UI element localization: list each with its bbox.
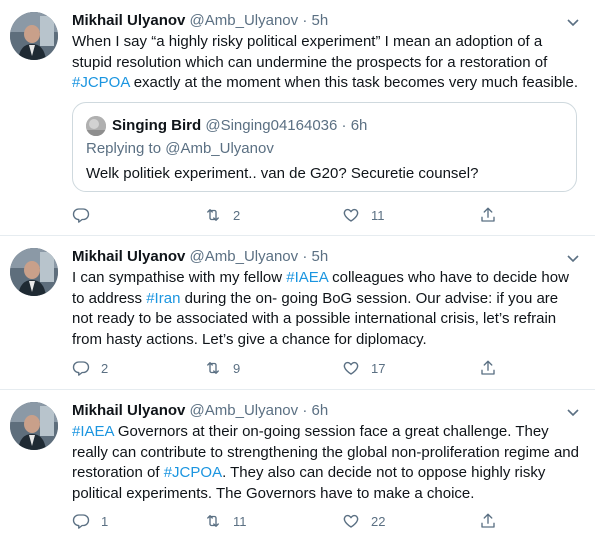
- heart-icon: [343, 361, 359, 375]
- tweet-body: Mikhail Ulyanov @Amb_Ulyanov · 5h I can …: [72, 247, 579, 350]
- reply-count: 1: [101, 513, 109, 529]
- timestamp[interactable]: 5h: [312, 12, 329, 29]
- avatar-image: [10, 12, 58, 60]
- reply-count: 2: [101, 360, 109, 376]
- quoted-timestamp: 6h: [350, 117, 368, 134]
- like-count: 11: [371, 207, 385, 223]
- heart-icon: [343, 208, 359, 222]
- tweet-header: Mikhail Ulyanov @Amb_Ulyanov · 6h: [72, 401, 579, 421]
- quoted-handle: @Singing04164036: [205, 117, 338, 134]
- tweet-text-segment: exactly at the moment when this task bec…: [129, 74, 579, 91]
- share-icon: [481, 513, 495, 528]
- replying-to: Replying to @Amb_Ulyanov: [86, 140, 274, 157]
- separator-dot: ·: [302, 402, 308, 419]
- avatar[interactable]: [10, 402, 58, 450]
- quoted-header: Singing Bird @Singing04164036 · 6h: [112, 116, 367, 136]
- heart-icon: [343, 514, 359, 528]
- reply-icon: [72, 361, 90, 376]
- display-name[interactable]: Mikhail Ulyanov: [72, 402, 185, 419]
- reply-icon: [72, 514, 90, 529]
- reply-button[interactable]: 2: [72, 358, 108, 378]
- separator-dot: ·: [302, 12, 308, 29]
- retweet-count: 9: [233, 360, 241, 376]
- tweet[interactable]: Mikhail Ulyanov @Amb_Ulyanov · 5h I can …: [0, 236, 595, 390]
- like-count: 22: [371, 513, 386, 529]
- avatar[interactable]: [10, 248, 58, 296]
- retweet-icon: [207, 362, 219, 374]
- chevron-down-icon[interactable]: [565, 14, 581, 30]
- tweet-text: #IAEA Governors at their on-going sessio…: [72, 422, 579, 504]
- reply-button[interactable]: 1: [72, 511, 108, 531]
- timeline: Mikhail Ulyanov @Amb_Ulyanov · 5h When I…: [0, 0, 595, 541]
- tweet-text: I can sympathise with my fellow #IAEA co…: [72, 268, 579, 350]
- reply-button[interactable]: [72, 205, 101, 225]
- like-button[interactable]: 22: [342, 511, 385, 531]
- separator-dot: ·: [302, 248, 308, 265]
- user-handle[interactable]: @Amb_Ulyanov: [190, 402, 299, 419]
- hashtag-link[interactable]: #JCPOA: [72, 74, 130, 91]
- tweet[interactable]: Mikhail Ulyanov @Amb_Ulyanov · 6h #IAEA …: [0, 390, 595, 541]
- hashtag-link[interactable]: #IAEA: [72, 423, 114, 440]
- hashtag-link[interactable]: #IAEA: [286, 269, 328, 286]
- share-button[interactable]: [479, 511, 497, 531]
- share-button[interactable]: [479, 358, 497, 378]
- display-name[interactable]: Mikhail Ulyanov: [72, 248, 185, 265]
- share-icon: [481, 360, 495, 375]
- tweet-header: Mikhail Ulyanov @Amb_Ulyanov · 5h: [72, 247, 579, 267]
- chevron-down-icon[interactable]: [565, 250, 581, 266]
- avatar-image: [10, 402, 58, 450]
- retweet-button[interactable]: 9: [204, 358, 240, 378]
- share-button[interactable]: [479, 205, 497, 225]
- tweet-text-segment: When I say “a highly risky political exp…: [72, 33, 548, 71]
- retweet-count: 2: [233, 207, 241, 223]
- avatar-image: [10, 248, 58, 296]
- quoted-avatar: [86, 116, 106, 136]
- quoted-tweet[interactable]: Singing Bird @Singing04164036 · 6h Reply…: [72, 102, 577, 192]
- tweet-text-segment: I can sympathise with my fellow: [72, 269, 287, 286]
- timestamp[interactable]: 5h: [312, 248, 329, 265]
- avatar[interactable]: [10, 12, 58, 60]
- chevron-down-icon[interactable]: [565, 404, 581, 420]
- tweet[interactable]: Mikhail Ulyanov @Amb_Ulyanov · 5h When I…: [0, 0, 595, 236]
- tweet-actions: 1 11 22: [72, 511, 502, 531]
- separator-dot: ·: [341, 117, 347, 134]
- tweet-body: Mikhail Ulyanov @Amb_Ulyanov · 6h #IAEA …: [72, 401, 579, 504]
- retweet-icon: [207, 515, 219, 527]
- user-handle[interactable]: @Amb_Ulyanov: [190, 12, 299, 29]
- retweet-count: 11: [233, 513, 247, 529]
- hashtag-link[interactable]: #Iran: [146, 290, 180, 307]
- retweet-icon: [207, 209, 219, 221]
- timestamp[interactable]: 6h: [312, 402, 329, 419]
- tweet-header: Mikhail Ulyanov @Amb_Ulyanov · 5h: [72, 11, 579, 31]
- like-count: 17: [371, 360, 386, 376]
- user-handle[interactable]: @Amb_Ulyanov: [190, 248, 299, 265]
- tweet-actions: 2 11: [72, 205, 502, 225]
- hashtag-link[interactable]: #JCPOA: [164, 464, 222, 481]
- share-icon: [481, 207, 495, 222]
- display-name[interactable]: Mikhail Ulyanov: [72, 12, 185, 29]
- tweet-text: When I say “a highly risky political exp…: [72, 32, 579, 94]
- like-button[interactable]: 17: [342, 358, 385, 378]
- tweet-body: Mikhail Ulyanov @Amb_Ulyanov · 5h When I…: [72, 11, 579, 94]
- quoted-display-name: Singing Bird: [112, 117, 202, 134]
- tweet-actions: 2 9 17: [72, 358, 502, 378]
- retweet-button[interactable]: 2: [204, 205, 240, 225]
- like-button[interactable]: 11: [342, 205, 385, 225]
- quoted-text: Welk politiek experiment.. van de G20? S…: [86, 165, 479, 182]
- retweet-button[interactable]: 11: [204, 511, 247, 531]
- reply-icon: [72, 208, 90, 223]
